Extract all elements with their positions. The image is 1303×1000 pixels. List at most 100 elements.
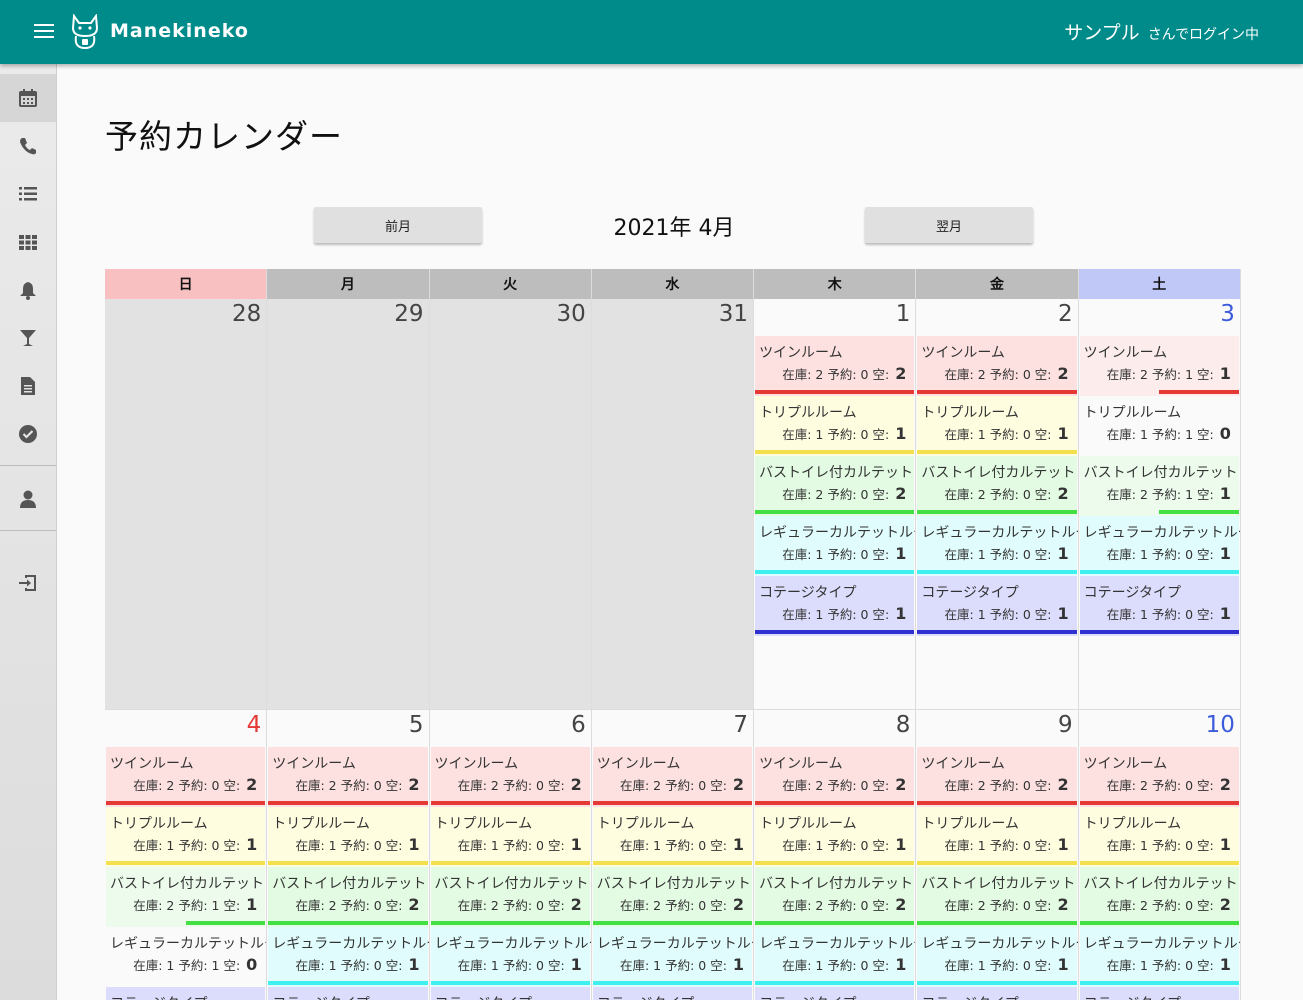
room-availability[interactable]: コテージタイプ在庫: 1 予約: 0 空: 1 [106, 987, 266, 1000]
room-availability[interactable]: レギュラーカルテットルーム在庫: 1 予約: 0 空: 1 [592, 927, 753, 987]
free-count: 1 [895, 424, 907, 443]
room-availability[interactable]: レギュラーカルテットルーム在庫: 1 予約: 0 空: 1 [755, 927, 915, 987]
room-availability[interactable]: バストイレ付カルテット 在庫: 2 予約: 1 空: 1 [1079, 456, 1239, 516]
filter-nav[interactable] [0, 314, 56, 362]
room-type-name: バストイレ付カルテット [1083, 465, 1238, 481]
calendar-day[interactable]: 8 ツインルーム 在庫: 2 予約: 0 空: 2 トリプルルーム 在庫: 1 予約: … [754, 710, 917, 1000]
documents-nav[interactable] [0, 362, 56, 410]
room-availability[interactable]: バストイレ付カルテット 在庫: 2 予約: 0 空: 2 [917, 867, 1077, 927]
room-availability[interactable]: ツインルーム 在庫: 2 予約: 0 空: 2 [755, 336, 915, 396]
room-availability[interactable]: レギュラーカルテットルーム在庫: 1 予約: 0 空: 1 [268, 927, 429, 987]
room-availability[interactable]: トリプルルーム 在庫: 1 予約: 0 空: 1 [592, 807, 753, 867]
calendar-day[interactable]: 31 [591, 299, 755, 710]
room-availability[interactable]: コテージタイプ在庫: 1 予約: 0 空: 1 [1079, 576, 1239, 636]
room-availability[interactable]: ツインルーム 在庫: 2 予約: 0 空: 2 [755, 747, 915, 807]
notifications-nav[interactable] [0, 266, 56, 314]
room-availability[interactable]: ツインルーム 在庫: 2 予約: 1 空: 1 [1079, 336, 1239, 396]
room-availability[interactable]: トリプルルーム 在庫: 1 予約: 0 空: 1 [917, 396, 1077, 456]
calendar-day[interactable]: 10 ツインルーム 在庫: 2 予約: 0 空: 2 トリプルルーム 在庫: 1 予約:… [1078, 710, 1241, 1000]
calendar-day[interactable]: 9 ツインルーム 在庫: 2 予約: 0 空: 2 トリプルルーム 在庫: 1 予約: … [916, 710, 1079, 1000]
calendar-day[interactable]: 4 ツインルーム 在庫: 2 予約: 0 空: 2 トリプルルーム 在庫: 1 予約: … [105, 710, 268, 1000]
calendar-day[interactable]: 29 [267, 299, 430, 710]
room-availability[interactable]: トリプルルーム 在庫: 1 予約: 0 空: 1 [430, 807, 590, 867]
room-availability[interactable]: コテージタイプ在庫: 1 予約: 0 空: 1 [592, 987, 753, 1000]
room-availability[interactable]: ツインルーム 在庫: 2 予約: 0 空: 2 [917, 336, 1077, 396]
phone-nav[interactable] [0, 122, 56, 170]
reserved-count: 予約: 0 [665, 898, 711, 913]
room-availability[interactable]: トリプルルーム 在庫: 1 予約: 0 空: 1 [268, 807, 428, 867]
room-availability[interactable]: ツインルーム 在庫: 2 予約: 0 空: 2 [268, 747, 428, 807]
free-label: 空: [710, 838, 731, 853]
room-availability[interactable]: バストイレ付カルテット 在庫: 2 予約: 0 空: 2 [268, 867, 428, 927]
calendar-day[interactable]: 1 ツインルーム 在庫: 2 予約: 0 空: 2 トリプルルーム 在庫: 1 予約: … [754, 299, 917, 710]
room-availability[interactable]: コテージタイプ在庫: 1 予約: 0 空: 1 [755, 576, 915, 636]
room-availability[interactable]: バストイレ付カルテット 在庫: 2 予約: 0 空: 2 [755, 456, 915, 516]
room-availability-list: ツインルーム 在庫: 2 予約: 1 空: 1 トリプルルーム 在庫: 1 予約: 1… [1079, 336, 1240, 636]
room-availability[interactable]: トリプルルーム 在庫: 1 予約: 0 空: 1 [755, 807, 915, 867]
free-label: 空: [1034, 367, 1056, 382]
room-availability[interactable]: トリプルルーム 在庫: 1 予約: 0 空: 1 [1079, 807, 1239, 867]
calendar-day[interactable]: 7 ツインルーム 在庫: 2 予約: 0 空: 2 トリプルルーム 在庫: 1 予約: … [591, 710, 755, 1000]
room-availability[interactable]: バストイレ付カルテット 在庫: 2 予約: 0 空: 2 [430, 867, 590, 927]
app-logo-text[interactable]: Manekineko [110, 20, 249, 42]
calendar-day[interactable]: 3 ツインルーム 在庫: 2 予約: 1 空: 1 トリプルルーム 在庫: 1 予約: … [1078, 299, 1241, 710]
room-stock-stats: 在庫: 1 予約: 0 空: 1 [782, 835, 906, 854]
calendar-day[interactable]: 6 ツインルーム 在庫: 2 予約: 0 空: 2 トリプルルーム 在庫: 1 予約: … [429, 710, 592, 1000]
room-availability[interactable]: トリプルルーム 在庫: 1 予約: 0 空: 1 [106, 807, 266, 867]
stock-count: 在庫: 1 [1106, 427, 1152, 442]
room-availability[interactable]: バストイレ付カルテット 在庫: 2 予約: 0 空: 2 [755, 867, 915, 927]
availability-bar [917, 981, 1077, 985]
maneki-neko-cat-icon[interactable] [70, 14, 100, 50]
room-availability[interactable]: バストイレ付カルテット 在庫: 2 予約: 0 空: 2 [592, 867, 753, 927]
room-availability[interactable]: レギュラーカルテットルーム在庫: 1 予約: 1 空: 0 [106, 927, 266, 987]
list-nav[interactable] [0, 170, 56, 218]
next-month-button[interactable]: 翌月 [865, 207, 1033, 243]
free-label: 空: [872, 958, 894, 973]
free-count: 2 [570, 895, 582, 914]
calendar-week: 4 ツインルーム 在庫: 2 予約: 0 空: 2 トリプルルーム 在庫: 1 予約: … [105, 710, 1241, 1000]
room-availability[interactable]: コテージタイプ在庫: 1 予約: 0 空: 1 [755, 987, 915, 1000]
room-availability[interactable]: レギュラーカルテットルーム在庫: 1 予約: 0 空: 1 [755, 516, 915, 576]
room-availability[interactable]: トリプルルーム 在庫: 1 予約: 0 空: 1 [917, 807, 1077, 867]
room-availability[interactable]: レギュラーカルテットルーム在庫: 1 予約: 0 空: 1 [430, 927, 591, 987]
calendar-day[interactable]: 28 [105, 299, 268, 710]
calendar-day[interactable]: 5 ツインルーム 在庫: 2 予約: 0 空: 2 トリプルルーム 在庫: 1 予約: … [267, 710, 430, 1000]
free-count: 1 [570, 835, 582, 854]
room-stock-stats: 在庫: 2 予約: 0 空: 2 [945, 775, 1069, 794]
room-availability[interactable]: コテージタイプ在庫: 1 予約: 0 空: 1 [917, 576, 1077, 636]
prev-month-button[interactable]: 前月 [314, 207, 482, 243]
room-availability[interactable]: ツインルーム 在庫: 2 予約: 0 空: 2 [106, 747, 266, 807]
room-availability[interactable]: レギュラーカルテットルーム在庫: 1 予約: 0 空: 1 [1079, 516, 1240, 576]
room-availability[interactable]: バストイレ付カルテット 在庫: 2 予約: 0 空: 2 [917, 456, 1077, 516]
room-availability[interactable]: ツインルーム 在庫: 2 予約: 0 空: 2 [430, 747, 590, 807]
calendar-day[interactable]: 30 [429, 299, 592, 710]
check-nav[interactable] [0, 410, 56, 458]
room-availability[interactable]: レギュラーカルテットルーム在庫: 1 予約: 0 空: 1 [1079, 927, 1240, 987]
room-availability[interactable]: トリプルルーム 在庫: 1 予約: 1 空: 0 [1080, 396, 1239, 456]
room-availability[interactable]: コテージタイプ在庫: 1 予約: 0 空: 1 [268, 987, 428, 1000]
stock-count: 在庫: 2 [1106, 898, 1152, 913]
room-availability[interactable]: トリプルルーム 在庫: 1 予約: 0 空: 1 [755, 396, 915, 456]
hamburger-menu-icon[interactable] [34, 24, 54, 40]
room-availability[interactable]: ツインルーム 在庫: 2 予約: 0 空: 2 [592, 747, 753, 807]
room-stock-stats: 在庫: 1 予約: 0 空: 1 [1107, 835, 1231, 854]
room-availability[interactable]: バストイレ付カルテット 在庫: 2 予約: 0 空: 2 [1079, 867, 1239, 927]
room-availability[interactable]: コテージタイプ在庫: 1 予約: 0 空: 1 [430, 987, 590, 1000]
reserved-count: 予約: 0 [989, 778, 1035, 793]
logout-nav[interactable] [0, 559, 56, 607]
calendar-day[interactable]: 2 ツインルーム 在庫: 2 予約: 0 空: 2 トリプルルーム 在庫: 1 予約: … [916, 299, 1079, 710]
stock-count: 在庫: 2 [782, 778, 828, 793]
free-label: 空: [1034, 958, 1056, 973]
room-stock-stats: 在庫: 2 予約: 0 空: 2 [945, 484, 1069, 503]
user-nav[interactable] [0, 475, 56, 523]
room-stock-stats: 在庫: 1 予約: 0 空: 1 [945, 544, 1069, 563]
room-availability[interactable]: バストイレ付カルテット 在庫: 2 予約: 1 空: 1 [106, 867, 266, 927]
room-availability[interactable]: コテージタイプ在庫: 1 予約: 0 空: 1 [1079, 987, 1239, 1000]
room-availability[interactable]: コテージタイプ在庫: 1 予約: 0 空: 1 [917, 987, 1077, 1000]
calendar-nav[interactable] [0, 74, 56, 122]
room-availability[interactable]: レギュラーカルテットルーム在庫: 1 予約: 0 空: 1 [917, 516, 1078, 576]
room-availability[interactable]: レギュラーカルテットルーム在庫: 1 予約: 0 空: 1 [917, 927, 1078, 987]
grid-nav[interactable] [0, 218, 56, 266]
room-availability[interactable]: ツインルーム 在庫: 2 予約: 0 空: 2 [917, 747, 1077, 807]
room-availability[interactable]: ツインルーム 在庫: 2 予約: 0 空: 2 [1079, 747, 1239, 807]
